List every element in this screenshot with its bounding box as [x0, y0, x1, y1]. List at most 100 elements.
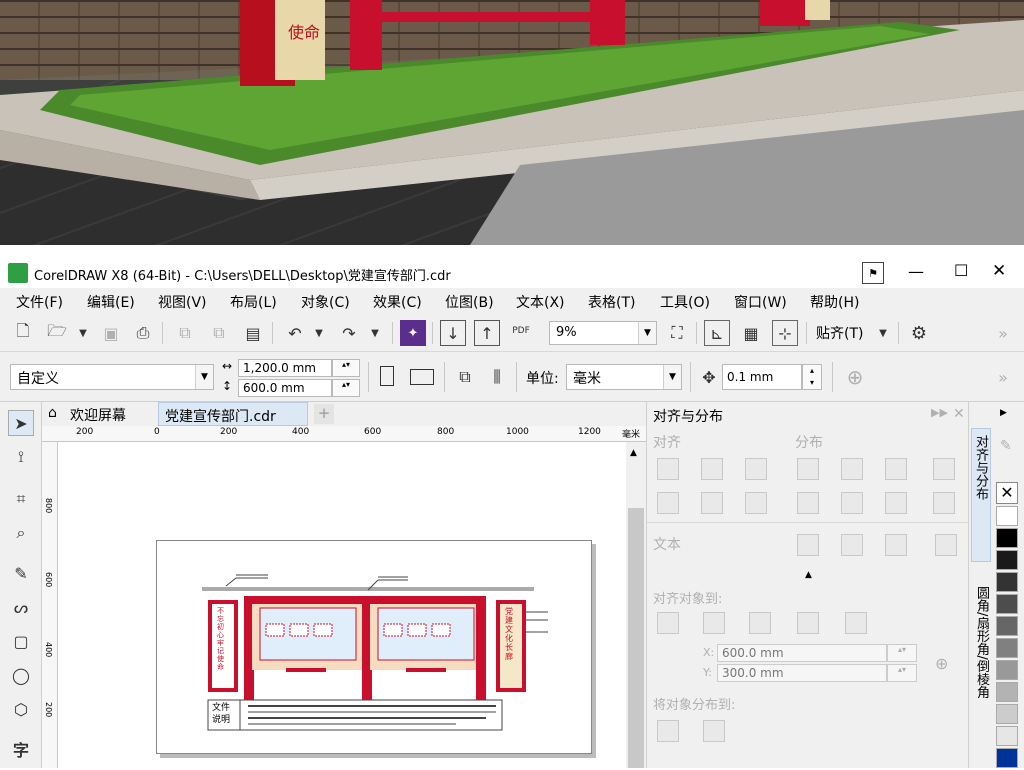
collapse-section-icon[interactable]: ▲	[805, 570, 812, 580]
freehand-tool-icon[interactable]: ✎	[8, 560, 34, 586]
show-grid-icon[interactable]: ▦	[738, 320, 764, 346]
palette-scroll-icon[interactable]: ▶	[1000, 408, 1007, 418]
open-dropdown-icon[interactable]: ▼	[70, 320, 96, 346]
scrollbar-thumb[interactable]	[628, 508, 644, 768]
height-spinner[interactable]: ▴▾	[332, 379, 360, 397]
align-y-field[interactable]: 300.0 mm	[717, 664, 887, 682]
align-to-grid-icon[interactable]	[797, 612, 819, 634]
paste-icon[interactable]: ▤	[240, 320, 266, 346]
overflow-chevron-icon[interactable]: »	[990, 364, 1016, 390]
horizontal-ruler[interactable]: 200 0 200 400 600 800 1000 1200 毫米	[42, 426, 646, 442]
page-height-field[interactable]: 600.0 mm	[238, 379, 332, 397]
redo-dropdown-icon[interactable]: ▼	[362, 320, 388, 346]
menu-table[interactable]: 表格(T)	[588, 292, 635, 312]
rectangle-tool-icon[interactable]: ▢	[8, 628, 34, 654]
new-document-icon[interactable]: 🗋	[10, 320, 36, 346]
scroll-up-icon[interactable]: ▲	[630, 448, 637, 458]
close-button[interactable]: ✕	[992, 261, 1006, 281]
zoom-level-combo[interactable]: 9% ▼	[549, 321, 657, 345]
menu-layout[interactable]: 布局(L)	[230, 292, 277, 312]
landscape-icon[interactable]	[410, 369, 434, 385]
color-swatch[interactable]	[996, 528, 1018, 548]
menu-object[interactable]: 对象(C)	[301, 292, 350, 312]
vertical-ruler[interactable]: 800 600 400 200	[42, 442, 58, 768]
text-outline-icon[interactable]	[935, 534, 957, 556]
zoom-tool-icon[interactable]: ⌕	[8, 520, 34, 546]
minimize-button[interactable]: —	[908, 262, 924, 281]
search-content-icon[interactable]: ✦	[400, 320, 426, 346]
menu-help[interactable]: 帮助(H)	[810, 292, 859, 312]
overflow-chevron-icon[interactable]: »	[990, 320, 1016, 346]
align-center-h-icon[interactable]	[701, 458, 723, 480]
color-swatch[interactable]	[996, 748, 1018, 768]
all-pages-icon[interactable]: ⧉	[452, 364, 478, 390]
color-swatch[interactable]	[996, 638, 1018, 658]
distribute-top-icon[interactable]	[797, 492, 819, 514]
align-left-icon[interactable]	[657, 458, 679, 480]
artistic-media-tool-icon[interactable]: ᔕ	[8, 594, 34, 620]
redo-icon[interactable]: ↷	[336, 320, 362, 346]
width-spinner[interactable]: ▴▾	[332, 359, 360, 377]
units-combo[interactable]: 毫米 ▼	[566, 364, 682, 390]
nudge-spinner[interactable]: ▴ ▾	[802, 364, 822, 390]
menu-tools[interactable]: 工具(O)	[660, 292, 710, 312]
menu-file[interactable]: 文件(F)	[16, 292, 63, 312]
align-to-point-icon[interactable]	[845, 612, 867, 634]
color-swatch[interactable]	[996, 704, 1018, 724]
menu-window[interactable]: 窗口(W)	[734, 292, 787, 312]
ellipse-tool-icon[interactable]: ◯	[8, 662, 34, 688]
pick-tool-icon[interactable]: ➤	[8, 410, 34, 436]
show-guidelines-icon[interactable]: ⊹	[772, 320, 798, 346]
add-page-icon[interactable]: ⊕	[842, 364, 868, 390]
distribute-middle-icon[interactable]	[841, 492, 863, 514]
crop-tool-icon[interactable]: ⌗	[8, 486, 34, 512]
align-x-field[interactable]: 600.0 mm	[717, 644, 887, 662]
options-gear-icon[interactable]: ⚙	[906, 320, 932, 346]
maximize-button[interactable]: ☐	[954, 261, 968, 280]
distribute-center-icon[interactable]	[841, 458, 863, 480]
eyedropper-icon[interactable]: ✎	[1000, 438, 1012, 454]
snap-dropdown-icon[interactable]: ▼	[870, 320, 896, 346]
tab-fillet-scallop-chamfer[interactable]: 圆角/扇形角/倒棱角	[971, 566, 991, 736]
tab-align-distribute[interactable]: 对齐与分布	[971, 428, 991, 562]
account-icon[interactable]: ⚑	[862, 262, 884, 284]
cut-icon[interactable]: ⧉	[172, 320, 198, 346]
y-spinner[interactable]: ▴▾	[887, 664, 917, 682]
color-swatch[interactable]	[996, 550, 1018, 570]
distribute-to-selection-icon[interactable]	[657, 720, 679, 742]
align-to-active-icon[interactable]	[657, 612, 679, 634]
export-icon[interactable]: ↑	[474, 320, 500, 346]
show-rulers-icon[interactable]: ⊾	[704, 320, 730, 346]
color-swatch[interactable]	[996, 660, 1018, 680]
align-top-icon[interactable]	[657, 492, 679, 514]
color-swatch[interactable]	[996, 594, 1018, 614]
color-swatch[interactable]	[996, 682, 1018, 702]
distribute-spacing-v-icon[interactable]	[933, 492, 955, 514]
portrait-icon[interactable]	[380, 366, 394, 386]
tab-document[interactable]: 党建宣传部门.cdr	[158, 402, 308, 426]
add-tab-button[interactable]: +	[314, 404, 334, 424]
menu-view[interactable]: 视图(V)	[158, 292, 207, 312]
x-spinner[interactable]: ▴▾	[887, 644, 917, 662]
open-folder-icon[interactable]: 🗁	[44, 320, 70, 346]
page-width-field[interactable]: 1,200.0 mm	[238, 359, 332, 377]
nudge-distance-field[interactable]: 0.1 mm	[722, 364, 802, 390]
import-icon[interactable]: ↓	[440, 320, 466, 346]
current-page-icon[interactable]: ⫼	[484, 364, 510, 390]
menu-effects[interactable]: 效果(C)	[373, 292, 422, 312]
page-size-preset-combo[interactable]: 自定义 ▼	[10, 364, 214, 390]
color-swatch[interactable]	[996, 616, 1018, 636]
save-icon[interactable]: ▣	[98, 320, 124, 346]
vertical-scrollbar[interactable]: ▲	[626, 442, 646, 768]
distribute-to-page-icon[interactable]	[703, 720, 725, 742]
align-right-icon[interactable]	[745, 458, 767, 480]
snap-to-button[interactable]: 贴齐(T)	[816, 323, 863, 343]
text-baseline-first-icon[interactable]	[797, 534, 819, 556]
undo-icon[interactable]: ↶	[282, 320, 308, 346]
menu-edit[interactable]: 编辑(E)	[87, 292, 135, 312]
distribute-left-icon[interactable]	[797, 458, 819, 480]
align-bottom-icon[interactable]	[745, 492, 767, 514]
text-bounding-box-icon[interactable]	[885, 534, 907, 556]
align-to-page-edge-icon[interactable]	[703, 612, 725, 634]
color-swatch[interactable]	[996, 572, 1018, 592]
